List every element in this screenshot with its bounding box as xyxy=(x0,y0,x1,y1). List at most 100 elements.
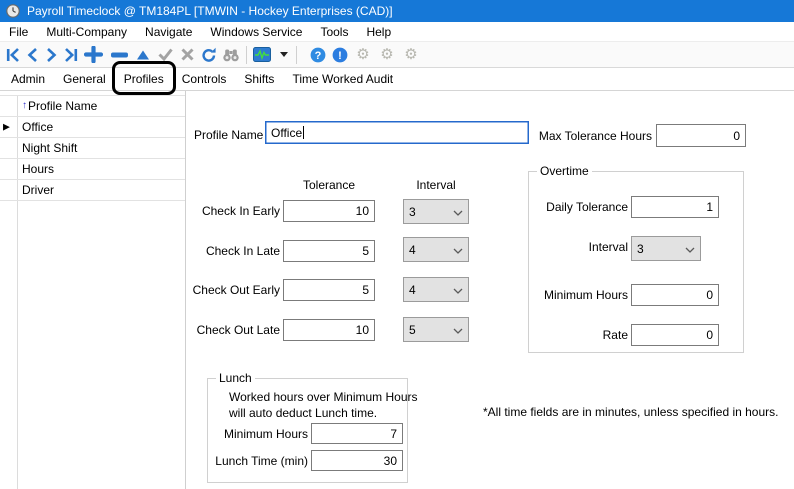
about-icon[interactable]: ! xyxy=(329,44,351,66)
max-tolerance-hours-input[interactable]: 0 xyxy=(656,124,746,147)
clock-app-icon xyxy=(6,4,20,18)
tolerance-column-header: Tolerance xyxy=(283,178,375,192)
profile-row-night-shift[interactable]: Night Shift xyxy=(0,138,185,159)
chevron-down-icon xyxy=(453,323,463,337)
interval-column-header: Interval xyxy=(403,178,469,192)
check-in-late-interval-select[interactable]: 4 xyxy=(403,237,469,262)
check-in-early-interval-select[interactable]: 3 xyxy=(403,199,469,224)
gear-icon[interactable]: ⚙ xyxy=(399,47,423,62)
check-out-late-tolerance-input[interactable]: 10 xyxy=(283,319,375,341)
chevron-down-icon xyxy=(685,242,695,256)
max-tolerance-hours-label: Max Tolerance Hours xyxy=(538,129,652,143)
current-row-indicator-icon: ▶ xyxy=(3,122,10,133)
binoculars-find-icon[interactable] xyxy=(220,44,242,66)
overtime-interval-select[interactable]: 3 xyxy=(631,236,701,261)
next-record-icon[interactable] xyxy=(42,44,61,66)
check-in-late-label: Check In Late xyxy=(186,244,280,258)
check-in-early-interval-value: 3 xyxy=(409,205,416,219)
overtime-interval-label: Interval xyxy=(529,240,628,254)
profile-form: Profile Name Office Max Tolerance Hours … xyxy=(186,91,794,489)
lunch-time-input[interactable]: 30 xyxy=(311,450,403,471)
tab-profiles-label: Profiles xyxy=(124,72,164,86)
overtime-minimum-hours-value: 0 xyxy=(706,288,713,302)
delete-record-icon[interactable] xyxy=(106,44,132,66)
profile-row-driver[interactable]: Driver xyxy=(0,180,185,201)
daily-tolerance-value: 1 xyxy=(706,200,713,214)
cancel-icon[interactable] xyxy=(176,44,198,66)
tab-controls[interactable]: Controls xyxy=(173,69,236,89)
menu-file[interactable]: File xyxy=(0,23,37,41)
lunch-minimum-hours-value: 7 xyxy=(390,427,397,441)
check-in-late-tolerance-value: 5 xyxy=(362,244,369,258)
toolbar-separator xyxy=(246,46,247,64)
chevron-down-icon xyxy=(453,205,463,219)
gear-icon[interactable]: ⚙ xyxy=(351,47,375,62)
profile-row-label: Office xyxy=(22,120,53,134)
lunch-minimum-hours-label: Minimum Hours xyxy=(208,427,308,441)
menubar: File Multi-Company Navigate Windows Serv… xyxy=(0,22,794,42)
check-in-late-tolerance-input[interactable]: 5 xyxy=(283,240,375,262)
add-record-icon[interactable] xyxy=(80,44,106,66)
rate-value: 0 xyxy=(706,328,713,342)
check-out-early-interval-value: 4 xyxy=(409,283,416,297)
overtime-minimum-hours-label: Minimum Hours xyxy=(529,288,628,302)
menu-multi-company[interactable]: Multi-Company xyxy=(37,23,136,41)
refresh-icon[interactable] xyxy=(198,44,220,66)
lunch-description-line1: Worked hours over Minimum Hours xyxy=(229,390,418,404)
menu-navigate[interactable]: Navigate xyxy=(136,23,201,41)
tab-shifts[interactable]: Shifts xyxy=(235,69,283,89)
edit-record-icon[interactable] xyxy=(132,44,154,66)
tabstrip: Admin General Profiles Controls Shifts T… xyxy=(0,68,794,91)
gear-icon[interactable]: ⚙ xyxy=(375,47,399,62)
profile-name-label: Profile Name xyxy=(194,128,263,142)
help-icon[interactable]: ? xyxy=(307,44,329,66)
check-out-late-tolerance-value: 10 xyxy=(356,323,369,337)
window-title: Payroll Timeclock @ TM184PL [TMWIN - Hoc… xyxy=(27,4,393,18)
monitor-dropdown-icon[interactable] xyxy=(273,44,292,66)
lunch-description-line2: will auto deduct Lunch time. xyxy=(229,406,377,420)
rate-input[interactable]: 0 xyxy=(631,324,719,346)
check-out-early-tolerance-input[interactable]: 5 xyxy=(283,279,375,301)
tab-general[interactable]: General xyxy=(54,69,115,89)
chevron-down-icon xyxy=(453,243,463,257)
overtime-groupbox: Overtime Daily Tolerance 1 Interval 3 Mi… xyxy=(528,171,744,353)
menu-help[interactable]: Help xyxy=(357,23,400,41)
lunch-minimum-hours-input[interactable]: 7 xyxy=(311,423,403,444)
lunch-time-value: 30 xyxy=(384,454,397,468)
check-in-early-tolerance-value: 10 xyxy=(356,204,369,218)
timeclock-monitor-icon[interactable] xyxy=(251,44,273,66)
check-out-late-label: Check Out Late xyxy=(186,323,280,337)
overtime-interval-value: 3 xyxy=(637,242,644,256)
app-window: Payroll Timeclock @ TM184PL [TMWIN - Hoc… xyxy=(0,0,794,489)
toolbar-separator xyxy=(296,46,297,64)
profile-row-hours[interactable]: Hours xyxy=(0,159,185,180)
sort-ascending-icon: ↑ xyxy=(22,100,27,111)
previous-record-icon[interactable] xyxy=(23,44,42,66)
overtime-minimum-hours-input[interactable]: 0 xyxy=(631,284,719,306)
rate-label: Rate xyxy=(529,328,628,342)
check-out-late-interval-select[interactable]: 5 xyxy=(403,317,469,342)
menu-windows-service[interactable]: Windows Service xyxy=(201,23,311,41)
profile-grid: ↑ Profile Name ▶ Office Night Shift Hour… xyxy=(0,95,185,489)
profile-name-input[interactable]: Office xyxy=(265,121,529,144)
accept-icon[interactable] xyxy=(154,44,176,66)
tab-time-worked-audit[interactable]: Time Worked Audit xyxy=(283,69,402,89)
time-fields-footnote: *All time fields are in minutes, unless … xyxy=(483,405,778,419)
check-in-late-interval-value: 4 xyxy=(409,243,416,257)
tab-profiles[interactable]: Profiles xyxy=(115,69,173,89)
check-in-early-label: Check In Early xyxy=(186,204,280,218)
lunch-groupbox: Lunch Worked hours over Minimum Hours wi… xyxy=(207,378,408,483)
daily-tolerance-input[interactable]: 1 xyxy=(631,196,719,218)
profile-row-label: Driver xyxy=(22,183,54,197)
profile-row-office[interactable]: ▶ Office xyxy=(0,117,185,138)
content: ↑ Profile Name ▶ Office Night Shift Hour… xyxy=(0,91,794,489)
profile-name-column-header[interactable]: ↑ Profile Name xyxy=(0,96,185,117)
profile-list-panel: ↑ Profile Name ▶ Office Night Shift Hour… xyxy=(0,91,186,489)
check-out-early-interval-select[interactable]: 4 xyxy=(403,277,469,302)
first-record-icon[interactable] xyxy=(4,44,23,66)
last-record-icon[interactable] xyxy=(61,44,80,66)
tab-admin[interactable]: Admin xyxy=(2,69,54,89)
check-in-early-tolerance-input[interactable]: 10 xyxy=(283,200,375,222)
menu-tools[interactable]: Tools xyxy=(311,23,357,41)
check-out-early-label: Check Out Early xyxy=(186,283,280,297)
